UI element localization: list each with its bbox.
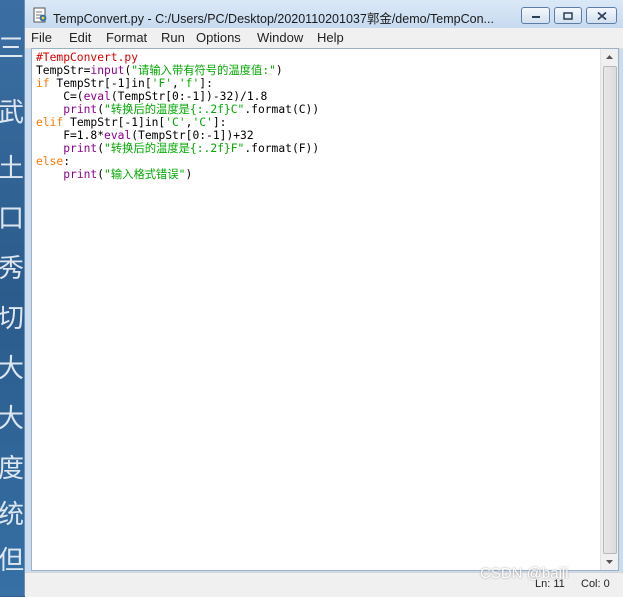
code-line[interactable]: TempStr=input("请输入带有符号的温度值:") bbox=[36, 64, 283, 77]
desktop-wallpaper: 三 武 土 口 秀 切 大 大 度 统 但 bbox=[0, 0, 24, 596]
menu-run[interactable]: Run bbox=[161, 30, 185, 45]
status-column-number: Col: 0 bbox=[581, 578, 610, 590]
close-icon bbox=[596, 11, 607, 20]
menu-file[interactable]: File bbox=[31, 30, 52, 45]
title-bar[interactable]: TempConvert.py - C:/Users/PC/Desktop/202… bbox=[25, 0, 623, 30]
menu-help[interactable]: Help bbox=[317, 30, 344, 45]
minimize-icon bbox=[531, 15, 540, 18]
wallpaper-glyph: 但 bbox=[0, 546, 24, 576]
csdn-watermark: CSDN @baili bbox=[480, 565, 569, 582]
menu-options[interactable]: Options bbox=[196, 30, 241, 45]
code-line[interactable]: print("转换后的温度是{:.2f}C".format(C)) bbox=[36, 103, 319, 116]
code-line[interactable]: C=(eval(TempStr[0:-1])-32)/1.8 bbox=[36, 90, 267, 103]
wallpaper-glyph: 度 bbox=[0, 454, 24, 484]
wallpaper-glyph: 大 bbox=[0, 354, 24, 384]
scroll-up-icon[interactable] bbox=[601, 49, 618, 66]
python-file-icon bbox=[32, 7, 48, 23]
code-line[interactable]: print("输入格式错误") bbox=[36, 168, 192, 181]
vertical-scrollbar[interactable] bbox=[600, 49, 618, 570]
code-line[interactable]: print("转换后的温度是{:.2f}F".format(F)) bbox=[36, 142, 319, 155]
maximize-button[interactable] bbox=[554, 7, 582, 24]
scroll-down-icon[interactable] bbox=[601, 553, 618, 570]
scrollbar-thumb[interactable] bbox=[603, 66, 617, 554]
code-line[interactable]: elif TempStr[-1]in['C','C']: bbox=[36, 116, 226, 129]
menu-window[interactable]: Window bbox=[257, 30, 303, 45]
maximize-icon bbox=[563, 11, 573, 20]
window-title: TempConvert.py - C:/Users/PC/Desktop/202… bbox=[53, 12, 494, 26]
wallpaper-glyph: 土 bbox=[0, 154, 24, 184]
wallpaper-glyph: 口 bbox=[0, 204, 24, 234]
idle-editor-window: TempConvert.py - C:/Users/PC/Desktop/202… bbox=[24, 0, 623, 597]
menu-edit[interactable]: Edit bbox=[69, 30, 91, 45]
code-line[interactable]: F=1.8*eval(TempStr[0:-1])+32 bbox=[36, 129, 253, 142]
wallpaper-glyph: 统 bbox=[0, 500, 24, 530]
minimize-button[interactable] bbox=[521, 7, 550, 24]
code-text[interactable]: #TempConvert.py TempStr=input("请输入带有符号的温… bbox=[36, 51, 319, 181]
code-line[interactable]: #TempConvert.py bbox=[36, 51, 138, 64]
menu-bar: File Edit Format Run Options Window Help bbox=[25, 28, 623, 49]
code-editor[interactable]: #TempConvert.py TempStr=input("请输入带有符号的温… bbox=[31, 48, 619, 571]
close-button[interactable] bbox=[586, 7, 617, 24]
code-line[interactable]: if TempStr[-1]in['F','f']: bbox=[36, 77, 213, 90]
wallpaper-glyph: 秀 bbox=[0, 254, 24, 284]
code-line[interactable]: else: bbox=[36, 155, 70, 168]
wallpaper-glyph: 三 bbox=[0, 34, 24, 64]
wallpaper-glyph: 武 bbox=[0, 98, 24, 128]
menu-format[interactable]: Format bbox=[106, 30, 147, 45]
wallpaper-glyph: 切 bbox=[0, 304, 24, 334]
wallpaper-glyph: 大 bbox=[0, 404, 24, 434]
